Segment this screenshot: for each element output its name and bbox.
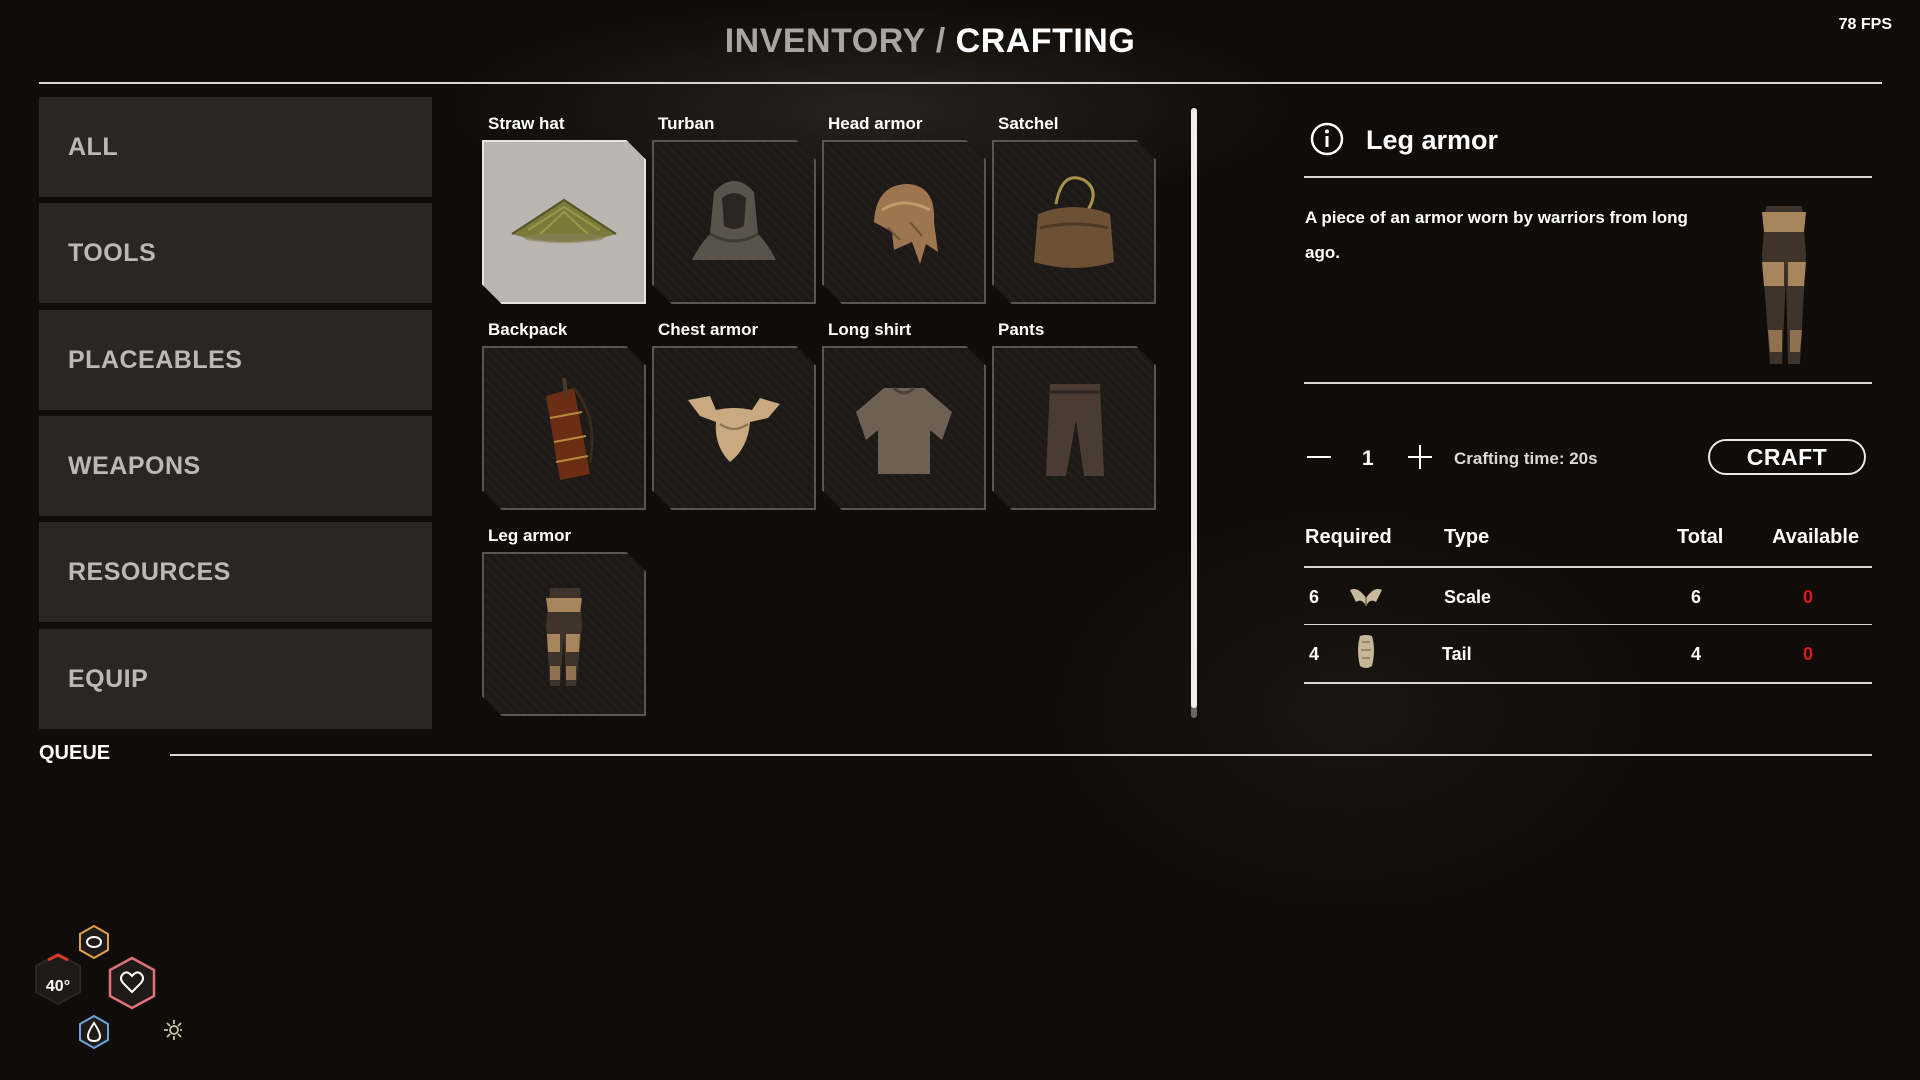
- item-label: Head armor: [828, 114, 923, 133]
- breadcrumb-crafting: CRAFTING: [955, 22, 1136, 60]
- health-icon: [108, 956, 156, 1010]
- item-label: Leg armor: [488, 526, 572, 545]
- detail-divider-mid: [1304, 382, 1872, 384]
- category-label: ALL: [68, 132, 119, 161]
- header-divider: [39, 82, 1882, 84]
- category-placeables[interactable]: PLACEABLES: [39, 310, 432, 410]
- table-header-divider: [1304, 566, 1872, 568]
- queue-divider: [170, 754, 1872, 756]
- crafting-time: Crafting time: 20s: [1454, 449, 1598, 468]
- temperature-value: 40°: [45, 978, 71, 995]
- decrease-quantity-button[interactable]: [1305, 443, 1333, 471]
- item-chest-armor[interactable]: Chest armor: [652, 320, 816, 510]
- leg-armor-icon: [546, 588, 582, 686]
- item-label: Satchel: [998, 114, 1059, 133]
- column-available: Available: [1772, 526, 1860, 548]
- item-slot[interactable]: [652, 140, 816, 304]
- item-backpack[interactable]: Backpack: [482, 320, 646, 510]
- sun-icon: [164, 1020, 182, 1040]
- increase-quantity-button[interactable]: [1406, 443, 1434, 471]
- category-label: RESOURCES: [68, 557, 231, 586]
- category-label: WEAPONS: [68, 451, 201, 480]
- breadcrumb-inventory[interactable]: INVENTORY: [725, 22, 926, 60]
- item-label: Straw hat: [488, 114, 565, 133]
- item-leg-armor[interactable]: Leg armor: [482, 526, 646, 716]
- available-count: 0: [1803, 587, 1814, 607]
- detail-title: Leg armor: [1366, 125, 1499, 155]
- food-icon: [79, 924, 109, 960]
- category-equip[interactable]: EQUIP: [39, 629, 432, 729]
- required-count: 6: [1309, 587, 1320, 607]
- item-label: Chest armor: [658, 320, 759, 339]
- item-satchel[interactable]: Satchel: [992, 114, 1156, 304]
- category-label: PLACEABLES: [68, 345, 243, 374]
- item-slot[interactable]: [652, 346, 816, 510]
- straw-hat-icon: [511, 198, 617, 243]
- item-slot[interactable]: [822, 346, 986, 510]
- chest-armor-icon: [688, 396, 780, 462]
- item-slot[interactable]: [482, 346, 646, 510]
- queue-label: QUEUE: [39, 742, 111, 764]
- item-long-shirt[interactable]: Long shirt: [822, 320, 986, 510]
- category-label: TOOLS: [68, 238, 157, 267]
- leg-armor-preview-image: [1762, 206, 1806, 364]
- row-divider: [1304, 624, 1872, 625]
- item-description: A piece of an armor worn by warriors fro…: [1305, 208, 1688, 262]
- pants-icon: [1046, 384, 1104, 476]
- item-slot[interactable]: [482, 552, 646, 716]
- item-turban[interactable]: Turban: [652, 114, 816, 304]
- category-tools[interactable]: TOOLS: [39, 203, 432, 303]
- category-label: EQUIP: [68, 664, 149, 693]
- item-label: Long shirt: [828, 320, 912, 339]
- item-straw-hat[interactable]: Straw hat: [482, 114, 646, 304]
- quantity-value: 1: [1362, 447, 1374, 470]
- tail-icon: [1358, 635, 1374, 668]
- long-shirt-icon: [856, 386, 952, 474]
- required-count: 4: [1309, 644, 1320, 664]
- satchel-icon: [1034, 176, 1114, 268]
- scale-icon: [1350, 589, 1382, 606]
- resource-type: Tail: [1442, 644, 1472, 664]
- breadcrumb-separator: /: [935, 22, 946, 60]
- item-label: Pants: [998, 320, 1045, 339]
- item-pants[interactable]: Pants: [992, 320, 1156, 510]
- item-slot[interactable]: [992, 140, 1156, 304]
- column-required: Required: [1305, 526, 1392, 548]
- column-total: Total: [1677, 526, 1724, 548]
- item-label: Backpack: [488, 320, 568, 339]
- category-resources[interactable]: RESOURCES: [39, 522, 432, 622]
- head-armor-icon: [874, 184, 938, 264]
- craft-button[interactable]: CRAFT: [1708, 439, 1866, 475]
- category-all[interactable]: ALL: [39, 97, 432, 197]
- grid-scrollbar-thumb[interactable]: [1191, 108, 1197, 708]
- item-slot[interactable]: [822, 140, 986, 304]
- item-slot[interactable]: [992, 346, 1156, 510]
- turban-icon: [692, 181, 776, 260]
- fps-counter: 78 FPS: [1838, 16, 1892, 33]
- backpack-icon: [546, 377, 594, 480]
- item-head-armor[interactable]: Head armor: [822, 114, 986, 304]
- available-count: 0: [1803, 644, 1814, 664]
- table-bottom-divider: [1304, 682, 1872, 684]
- category-weapons[interactable]: WEAPONS: [39, 416, 432, 516]
- item-label: Turban: [658, 114, 715, 133]
- water-icon: [79, 1014, 109, 1050]
- total-count: 4: [1691, 644, 1702, 664]
- column-type: Type: [1444, 526, 1490, 548]
- detail-divider-top: [1304, 176, 1872, 178]
- resource-type: Scale: [1444, 587, 1492, 607]
- page-title: INVENTORY / CRAFTING: [0, 22, 1860, 61]
- total-count: 6: [1691, 587, 1702, 607]
- info-icon: [1310, 122, 1344, 156]
- item-slot[interactable]: [482, 140, 646, 304]
